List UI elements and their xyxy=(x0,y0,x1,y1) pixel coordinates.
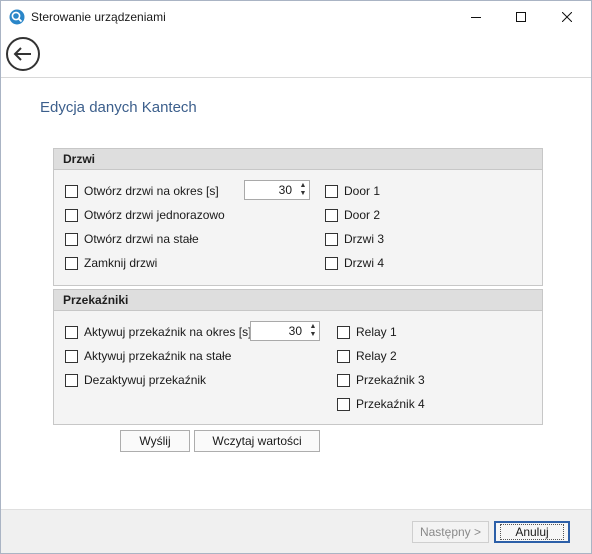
door-3-checkbox[interactable] xyxy=(325,232,338,246)
open-door-permanent-label: Otwórz drzwi na stałe xyxy=(84,232,199,246)
open-door-permanent-checkbox[interactable] xyxy=(65,232,78,246)
activate-relay-permanent-option[interactable]: Aktywuj przekaźnik na stałe xyxy=(65,348,231,364)
back-button[interactable] xyxy=(6,37,40,71)
relay-period-spin-arrows[interactable]: ▲ ▼ xyxy=(307,322,319,340)
window-title: Sterowanie urządzeniami xyxy=(31,10,166,24)
relays-group: Przekaźniki Aktywuj przekaźnik na okres … xyxy=(53,289,543,425)
door-1-checkbox[interactable] xyxy=(325,184,338,198)
door-3-option[interactable]: Drzwi 3 xyxy=(325,231,384,247)
relay-3-label: Przekaźnik 3 xyxy=(356,373,425,387)
relay-period-stepper[interactable]: 30 ▲ ▼ xyxy=(250,321,320,341)
deactivate-relay-checkbox[interactable] xyxy=(65,373,78,387)
close-button[interactable] xyxy=(544,1,590,32)
open-door-period-option[interactable]: Otwórz drzwi na okres [s] xyxy=(65,183,219,199)
relay-1-option[interactable]: Relay 1 xyxy=(337,324,397,340)
relay-1-label: Relay 1 xyxy=(356,325,397,339)
minimize-icon xyxy=(471,16,481,18)
doors-group-header: Drzwi xyxy=(54,149,542,170)
activate-relay-permanent-checkbox[interactable] xyxy=(65,349,78,363)
relay-3-checkbox[interactable] xyxy=(337,373,350,387)
arrow-left-icon xyxy=(13,47,31,61)
door-2-checkbox[interactable] xyxy=(325,208,338,222)
relay-4-checkbox[interactable] xyxy=(337,397,350,411)
close-door-option[interactable]: Zamknij drzwi xyxy=(65,255,157,271)
activate-relay-period-checkbox[interactable] xyxy=(65,325,78,339)
next-button-label: Następny > xyxy=(419,525,482,539)
maximize-icon xyxy=(516,11,526,22)
deactivate-relay-option[interactable]: Dezaktywuj przekaźnik xyxy=(65,372,206,388)
send-button[interactable]: Wyślij xyxy=(120,430,190,452)
spin-down-icon[interactable]: ▼ xyxy=(310,331,317,339)
relays-group-header: Przekaźniki xyxy=(54,290,542,311)
send-button-label: Wyślij xyxy=(139,434,171,448)
open-door-period-label: Otwórz drzwi na okres [s] xyxy=(84,184,219,198)
activate-relay-permanent-label: Aktywuj przekaźnik na stałe xyxy=(84,349,232,363)
spin-down-icon[interactable]: ▼ xyxy=(300,190,307,198)
door-1-label: Door 1 xyxy=(344,184,381,198)
close-icon xyxy=(562,11,572,22)
relay-4-option[interactable]: Przekaźnik 4 xyxy=(337,396,425,412)
header-divider xyxy=(1,77,591,78)
door-3-label: Drzwi 3 xyxy=(344,232,385,246)
close-door-checkbox[interactable] xyxy=(65,256,78,270)
maximize-button[interactable] xyxy=(498,1,544,32)
open-door-period-checkbox[interactable] xyxy=(65,184,78,198)
title-bar: Sterowanie urządzeniami xyxy=(1,1,591,32)
open-door-permanent-option[interactable]: Otwórz drzwi na stałe xyxy=(65,231,199,247)
relay-1-checkbox[interactable] xyxy=(337,325,350,339)
door-period-stepper[interactable]: 30 ▲ ▼ xyxy=(244,180,310,200)
relay-2-option[interactable]: Relay 2 xyxy=(337,348,397,364)
cancel-button-label: Anuluj xyxy=(500,524,564,540)
minimize-button[interactable] xyxy=(453,1,499,32)
deactivate-relay-label: Dezaktywuj przekaźnik xyxy=(84,373,207,387)
spin-up-icon[interactable]: ▲ xyxy=(310,323,317,331)
door-4-option[interactable]: Drzwi 4 xyxy=(325,255,384,271)
dialog-window: Sterowanie urządzeniami Edycja danych Ka… xyxy=(0,0,592,554)
door-4-label: Drzwi 4 xyxy=(344,256,385,270)
cancel-button[interactable]: Anuluj xyxy=(494,521,570,543)
next-button[interactable]: Następny > xyxy=(412,521,489,543)
door-1-option[interactable]: Door 1 xyxy=(325,183,380,199)
load-values-button[interactable]: Wczytaj wartości xyxy=(194,430,320,452)
activate-relay-period-label: Aktywuj przekaźnik na okres [s] xyxy=(84,325,252,339)
relay-2-label: Relay 2 xyxy=(356,349,397,363)
door-period-value[interactable]: 30 xyxy=(245,181,297,199)
relay-3-option[interactable]: Przekaźnik 3 xyxy=(337,372,425,388)
relay-2-checkbox[interactable] xyxy=(337,349,350,363)
page-title: Edycja danych Kantech xyxy=(40,99,197,116)
load-values-button-label: Wczytaj wartości xyxy=(212,434,302,448)
close-door-label: Zamknij drzwi xyxy=(84,256,158,270)
app-magnifier-icon xyxy=(9,9,25,25)
open-door-once-label: Otwórz drzwi jednorazowo xyxy=(84,208,225,222)
relay-4-label: Przekaźnik 4 xyxy=(356,397,425,411)
door-period-spin-arrows[interactable]: ▲ ▼ xyxy=(297,181,309,199)
open-door-once-checkbox[interactable] xyxy=(65,208,78,222)
activate-relay-period-option[interactable]: Aktywuj przekaźnik na okres [s] xyxy=(65,324,251,340)
door-4-checkbox[interactable] xyxy=(325,256,338,270)
doors-group: Drzwi Otwórz drzwi na okres [s] Otwórz d… xyxy=(53,148,543,286)
door-2-label: Door 2 xyxy=(344,208,381,222)
relay-period-value[interactable]: 30 xyxy=(251,322,307,340)
spin-up-icon[interactable]: ▲ xyxy=(300,182,307,190)
open-door-once-option[interactable]: Otwórz drzwi jednorazowo xyxy=(65,207,225,223)
door-2-option[interactable]: Door 2 xyxy=(325,207,380,223)
